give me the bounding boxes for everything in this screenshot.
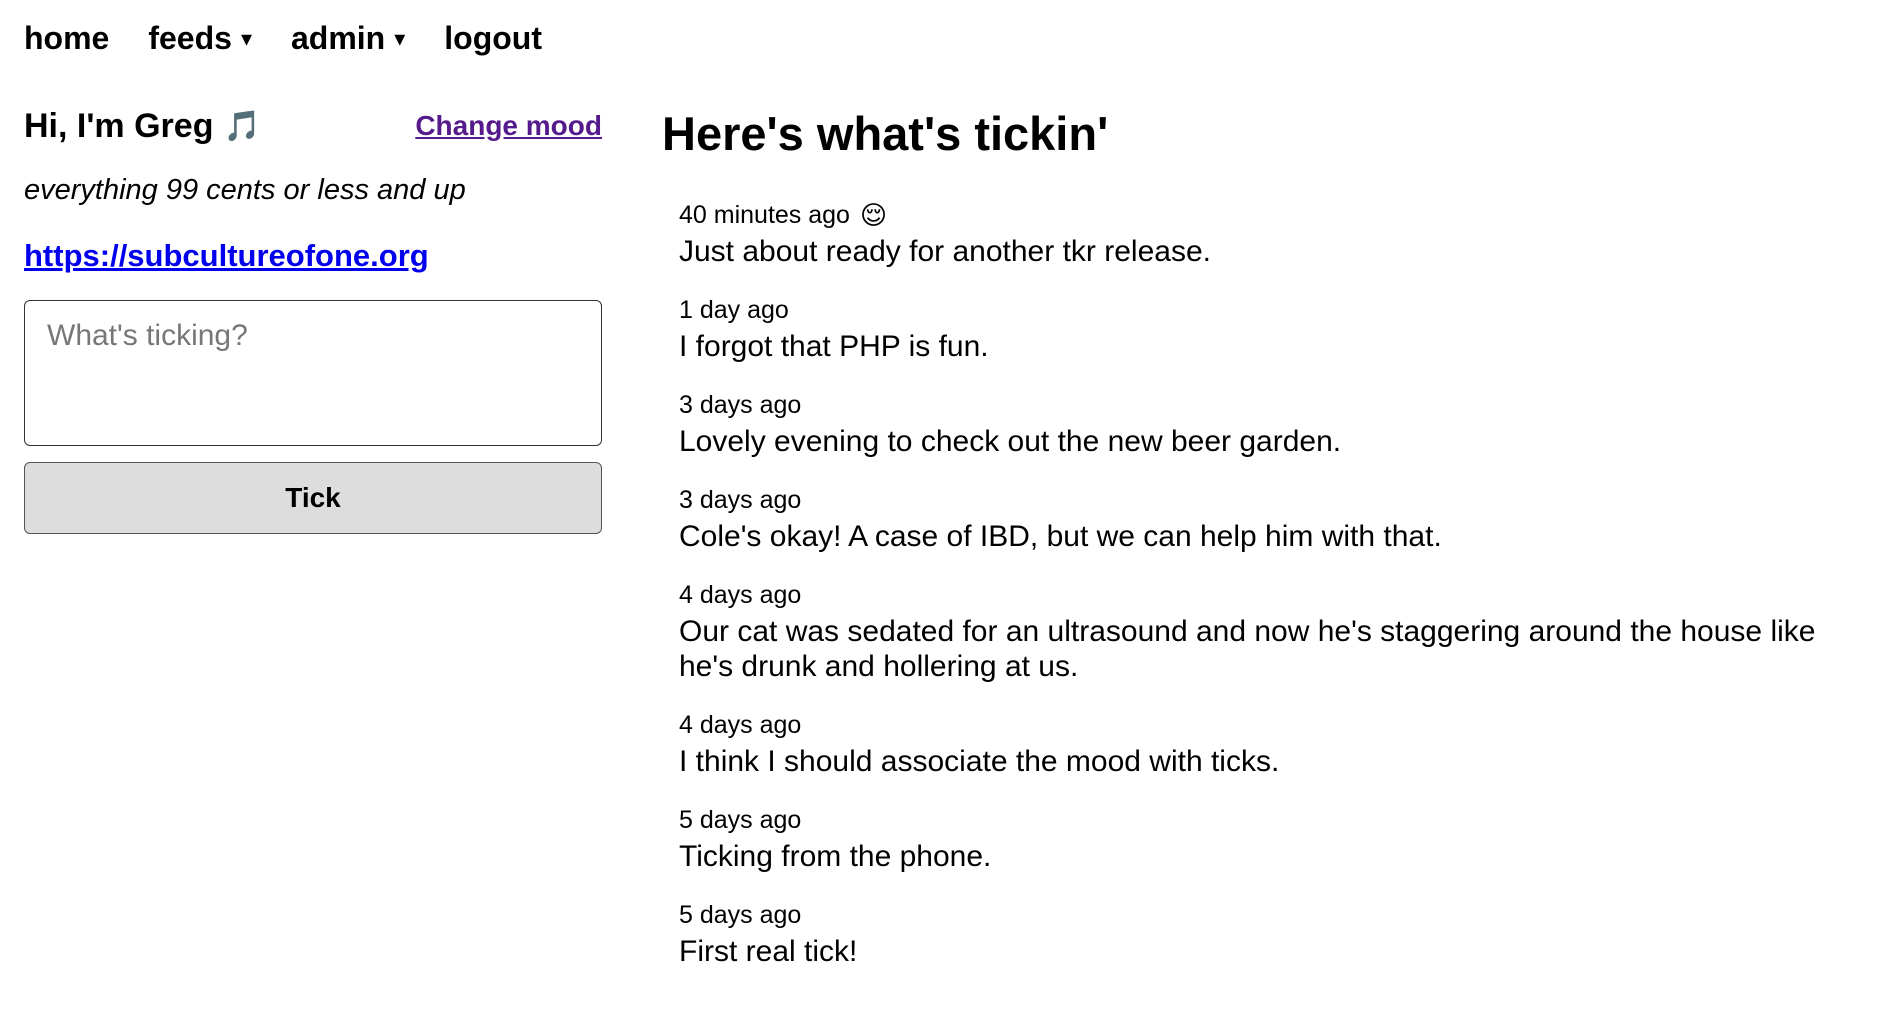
- tick-text: I think I should associate the mood with…: [679, 745, 1280, 778]
- nav-admin-menu[interactable]: admin ▾: [291, 20, 405, 57]
- tick-meta: 40 minutes ago 😌: [679, 200, 1842, 230]
- tick-input[interactable]: [24, 300, 602, 446]
- tick-text: First real tick!: [679, 935, 858, 968]
- nav-home[interactable]: home: [24, 20, 109, 57]
- relieved-face-icon: 😌: [859, 200, 888, 230]
- tick-meta: 3 days ago: [679, 485, 1842, 515]
- tick-timestamp: 3 days ago: [679, 486, 802, 514]
- main-nav: home feeds ▾ admin ▾ logout: [24, 16, 581, 60]
- tick-timestamp: 3 days ago: [679, 391, 802, 419]
- tick-text: I forgot that PHP is fun.: [679, 330, 989, 363]
- nav-logout[interactable]: logout: [444, 20, 542, 57]
- tick-feed: Here's what's tickin' 40 minutes ago 😌 J…: [662, 102, 1842, 995]
- tick-text: Cole's okay! A case of IBD, but we can h…: [679, 520, 1442, 553]
- nav-feeds-label: feeds: [148, 19, 232, 56]
- nav-feeds-menu[interactable]: feeds ▾: [148, 20, 252, 57]
- tick-item: 4 days ago Our cat was sedated for an ul…: [679, 580, 1842, 684]
- tick-timestamp: 5 days ago: [679, 806, 802, 834]
- tick-item: 5 days ago First real tick!: [679, 900, 1842, 969]
- tagline: everything 99 cents or less and up: [24, 174, 466, 206]
- tick-text: Ticking from the phone.: [679, 840, 992, 873]
- tick-item: 1 day ago I forgot that PHP is fun.: [679, 295, 1842, 364]
- nav-logout-label: logout: [444, 19, 542, 56]
- tick-text: Our cat was sedated for an ultrasound an…: [679, 615, 1816, 683]
- tick-button[interactable]: Tick: [24, 462, 602, 534]
- greeting-text: Hi, I'm Greg: [24, 106, 214, 145]
- tick-meta: 3 days ago: [679, 390, 1842, 420]
- tick-timestamp: 40 minutes ago: [679, 201, 850, 229]
- greeting: Hi, I'm Greg 🎵: [24, 107, 261, 146]
- tick-timestamp: 5 days ago: [679, 901, 802, 929]
- tick-text: Lovely evening to check out the new beer…: [679, 425, 1342, 458]
- tick-meta: 4 days ago: [679, 580, 1842, 610]
- page-title: Here's what's tickin': [662, 107, 1109, 160]
- tick-item: 40 minutes ago 😌 Just about ready for an…: [679, 200, 1842, 269]
- nav-home-label: home: [24, 19, 110, 56]
- tick-timestamp: 1 day ago: [679, 296, 789, 324]
- nav-admin-label: admin: [290, 19, 386, 56]
- caret-down-icon: ▾: [240, 26, 252, 51]
- tick-meta: 4 days ago: [679, 710, 1842, 740]
- tick-text: Just about ready for another tkr release…: [679, 235, 1211, 268]
- music-note-icon: 🎵: [223, 109, 261, 143]
- tick-meta: 1 day ago: [679, 295, 1842, 325]
- tick-list: 40 minutes ago 😌 Just about ready for an…: [679, 200, 1842, 969]
- tick-timestamp: 4 days ago: [679, 581, 802, 609]
- tick-meta: 5 days ago: [679, 805, 1842, 835]
- profile-sidebar: Hi, I'm Greg 🎵 Change mood everything 99…: [24, 100, 602, 534]
- tick-timestamp: 4 days ago: [679, 711, 802, 739]
- caret-down-icon: ▾: [394, 26, 406, 51]
- change-mood-link[interactable]: Change mood: [415, 110, 602, 142]
- tick-item: 3 days ago Cole's okay! A case of IBD, b…: [679, 485, 1842, 554]
- tick-item: 5 days ago Ticking from the phone.: [679, 805, 1842, 874]
- website-link[interactable]: https://subcultureofone.org: [24, 238, 429, 274]
- tick-item: 3 days ago Lovely evening to check out t…: [679, 390, 1842, 459]
- tick-meta: 5 days ago: [679, 900, 1842, 930]
- greeting-row: Hi, I'm Greg 🎵 Change mood: [24, 100, 602, 152]
- tick-item: 4 days ago I think I should associate th…: [679, 710, 1842, 779]
